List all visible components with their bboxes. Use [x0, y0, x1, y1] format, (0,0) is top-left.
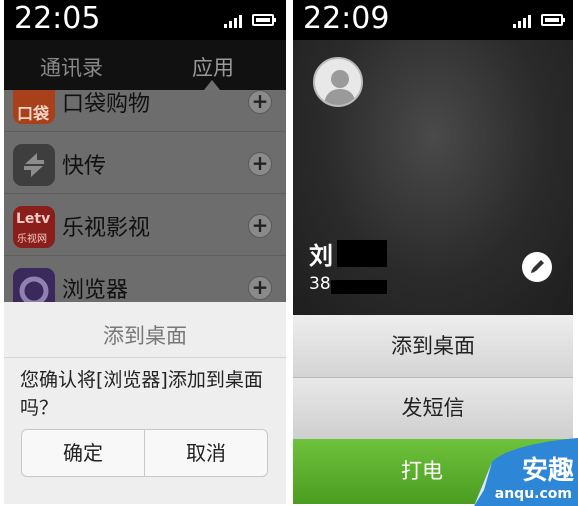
dialog-message: 您确认将[浏览器]添加到桌面吗？: [20, 369, 263, 419]
pencil-icon: [531, 260, 544, 273]
watermark-url: anqu.com: [494, 486, 572, 502]
battery-icon: [252, 14, 276, 26]
confirm-button[interactable]: 确定: [21, 429, 145, 477]
koudai-icon: 口袋: [13, 90, 55, 124]
app-row-browser[interactable]: 浏览器 +: [4, 256, 286, 302]
dialog-title: 添到桌面: [103, 324, 187, 348]
app-name: 快传: [62, 154, 107, 179]
kuaichuan-icon: [13, 144, 55, 186]
add-to-desktop-action[interactable]: 添到桌面: [293, 315, 573, 378]
app-name: 乐视影视: [62, 216, 151, 241]
tab-indicator-icon: [204, 80, 220, 90]
confirm-dialog: 添到桌面 您确认将[浏览器]添加到桌面吗？ 确定 取消: [4, 302, 286, 504]
avatar[interactable]: [313, 57, 363, 107]
left-phone-screen: 22:05 通讯录 应用 口袋 口袋购物 + 快传 + Letv 乐视网 乐视影…: [4, 0, 286, 504]
dialog-divider: [4, 357, 286, 358]
edit-contact-button[interactable]: [522, 252, 552, 282]
tab-apps[interactable]: 应用: [192, 52, 234, 82]
app-row-letv[interactable]: Letv 乐视网 乐视影视 +: [4, 194, 286, 256]
send-sms-action[interactable]: 发短信: [293, 378, 573, 439]
battery-icon: [541, 14, 565, 26]
status-time: 22:09: [303, 1, 390, 36]
watermark-text: 安趣: [521, 456, 574, 486]
signal-icon: [224, 14, 242, 28]
tab-contacts[interactable]: 通讯录: [40, 52, 103, 82]
tab-bar: 通讯录 应用: [4, 40, 286, 90]
redaction-block: [337, 240, 387, 267]
cancel-button[interactable]: 取消: [144, 429, 268, 477]
status-bar: 22:05: [4, 0, 286, 40]
add-to-desktop-button[interactable]: +: [248, 214, 272, 238]
app-list: 口袋 口袋购物 + 快传 + Letv 乐视网 乐视影视 + 浏览器 +: [4, 90, 286, 302]
anqu-watermark-logo: 安趣 anqu.com: [474, 432, 578, 506]
add-to-desktop-button[interactable]: +: [248, 90, 272, 114]
contact-number: 38: [309, 274, 331, 294]
add-to-desktop-button[interactable]: +: [248, 152, 272, 176]
add-to-desktop-button[interactable]: +: [248, 276, 272, 300]
signal-icon: [513, 14, 531, 28]
app-name: 口袋购物: [62, 92, 151, 117]
person-icon: [324, 70, 356, 105]
contact-name: 刘: [309, 242, 333, 270]
app-row-kuaichuan[interactable]: 快传 +: [4, 132, 286, 194]
redaction-block: [331, 280, 387, 294]
status-bar: 22:09: [293, 0, 573, 40]
contact-card: 刘 38: [293, 40, 573, 315]
status-time: 22:05: [14, 1, 101, 36]
browser-icon: [13, 268, 55, 302]
right-phone-screen: 22:09 刘 38 添到桌面 发短信 打电: [293, 0, 573, 504]
app-name: 浏览器: [62, 278, 129, 302]
letv-icon: Letv 乐视网: [13, 206, 55, 248]
app-row-koudai[interactable]: 口袋 口袋购物 +: [4, 90, 286, 132]
